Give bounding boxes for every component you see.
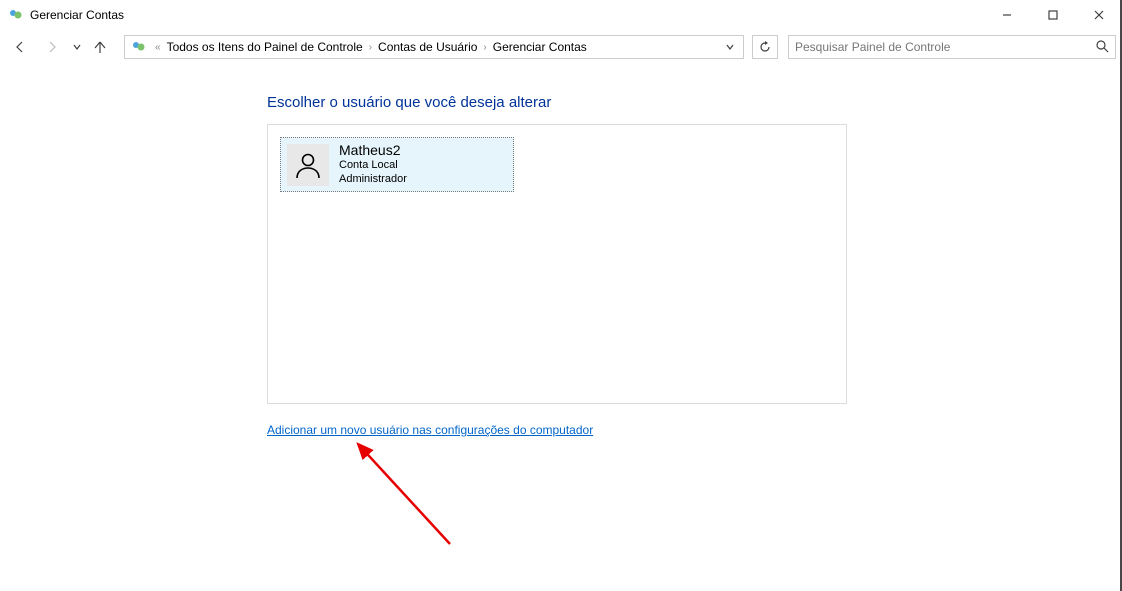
breadcrumb-item[interactable]: Gerenciar Contas: [491, 40, 589, 54]
minimize-button[interactable]: [984, 0, 1030, 30]
breadcrumb-item[interactable]: Contas de Usuário: [376, 40, 479, 54]
annotation-arrow: [340, 434, 470, 554]
close-button[interactable]: [1076, 0, 1122, 30]
breadcrumb-item[interactable]: Todos os Itens do Painel de Controle: [165, 40, 365, 54]
back-button[interactable]: [6, 33, 34, 61]
search-input[interactable]: Pesquisar Painel de Controle: [788, 35, 1116, 59]
account-tile[interactable]: Matheus2 Conta Local Administrador: [280, 137, 514, 192]
address-bar[interactable]: « Todos os Itens do Painel de Controle ›…: [124, 35, 744, 59]
address-icon: [131, 39, 147, 55]
window-title: Gerenciar Contas: [30, 8, 124, 22]
account-role: Administrador: [339, 173, 407, 187]
account-text: Matheus2 Conta Local Administrador: [339, 142, 407, 186]
window-controls: [984, 0, 1122, 30]
history-dropdown[interactable]: [70, 43, 84, 51]
content-area: Escolher o usuário que você deseja alter…: [0, 64, 1122, 86]
account-name: Matheus2: [339, 142, 407, 159]
up-button[interactable]: [88, 33, 112, 61]
titlebar: Gerenciar Contas: [0, 0, 1122, 30]
search-placeholder: Pesquisar Painel de Controle: [795, 40, 1095, 54]
breadcrumb-prefix: «: [153, 42, 163, 53]
chevron-right-icon: ›: [367, 42, 374, 53]
add-user-link[interactable]: Adicionar um novo usuário nas configuraç…: [267, 423, 593, 437]
page-heading: Escolher o usuário que você deseja alter…: [267, 94, 551, 111]
chevron-right-icon: ›: [481, 42, 488, 53]
search-icon: [1095, 39, 1109, 56]
app-icon: [8, 7, 24, 23]
accounts-list: Matheus2 Conta Local Administrador: [267, 124, 847, 404]
avatar: [287, 144, 329, 186]
navbar: « Todos os Itens do Painel de Controle ›…: [0, 30, 1122, 64]
forward-button[interactable]: [38, 33, 66, 61]
account-type: Conta Local: [339, 159, 407, 173]
address-history-dropdown[interactable]: [719, 42, 741, 52]
maximize-button[interactable]: [1030, 0, 1076, 30]
refresh-button[interactable]: [752, 35, 778, 59]
